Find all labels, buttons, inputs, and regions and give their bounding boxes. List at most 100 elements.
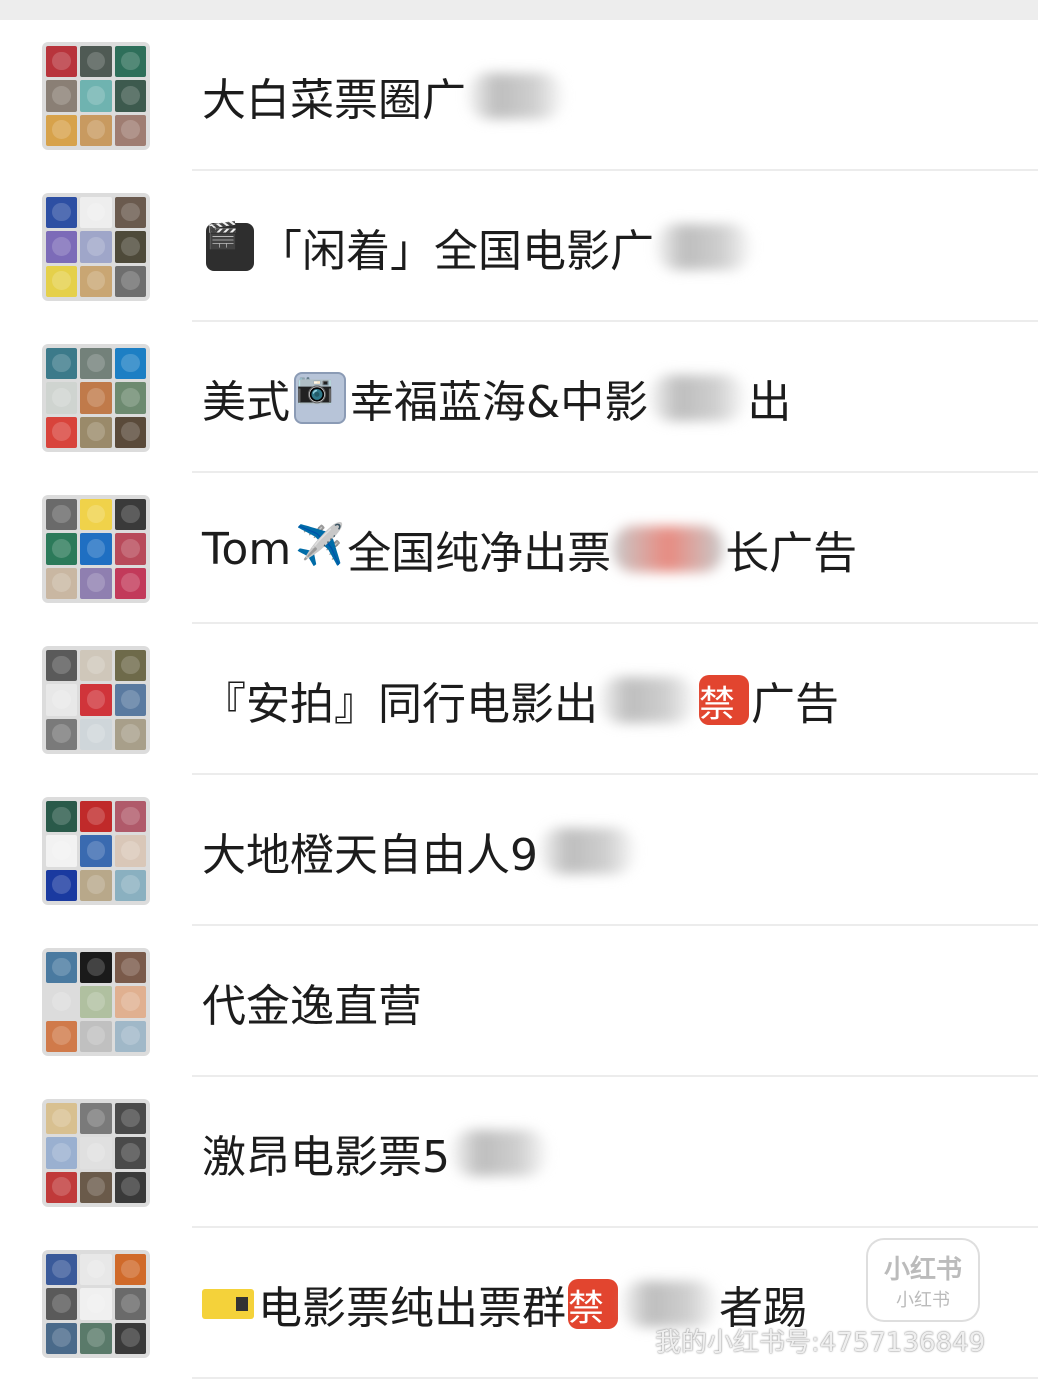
avatar-tile	[46, 1137, 78, 1169]
chat-list-item[interactable]: 美式 📷 幸福蓝海&中影 出	[0, 322, 1038, 473]
chat-name: 美式 📷 幸福蓝海&中影 出	[202, 368, 791, 428]
chat-list-item[interactable]: 激昂电影票5	[0, 1077, 1038, 1228]
avatar-tile	[114, 1137, 146, 1169]
avatar-tile	[114, 718, 146, 750]
avatar-tile	[46, 1254, 78, 1286]
group-avatar	[42, 495, 150, 603]
clapper-icon: 🎬	[206, 223, 254, 271]
avatar-tile	[80, 231, 112, 263]
avatar-tile	[46, 46, 78, 78]
avatar-tile	[80, 986, 112, 1018]
avatar-tile	[46, 1171, 78, 1203]
avatar-tile	[46, 231, 78, 263]
avatar-tile	[80, 1137, 112, 1169]
avatar-tile	[80, 80, 112, 112]
avatar-tile	[114, 265, 146, 297]
chat-name-text: 幸福蓝海&中影	[350, 377, 649, 428]
watermark-text: 我的小红书号:4757136849	[655, 1328, 986, 1358]
chat-name-text: 代金逸直营	[202, 981, 422, 1032]
avatar-tile	[114, 382, 146, 414]
chat-name: 激昂电影票5	[202, 1123, 549, 1183]
redacted-blur	[540, 828, 635, 874]
watermark-logo-main: 小红书	[883, 1254, 962, 1285]
chat-name-text: 全国纯净出票	[347, 528, 612, 579]
group-avatar	[42, 948, 150, 1056]
avatar-tile	[80, 1103, 112, 1135]
avatar-tile	[46, 80, 78, 112]
avatar-tile	[46, 718, 78, 750]
avatar-tile	[114, 567, 146, 599]
avatar-tile	[114, 1322, 146, 1354]
avatar-tile	[114, 801, 146, 833]
chat-list-item[interactable]: 『安拍』同行电影出 禁广告	[0, 624, 1038, 775]
chat-name-text: 大白菜票圈广	[202, 75, 466, 126]
chat-name-text: 「闲着」全国电影广	[258, 226, 654, 277]
avatar-tile	[114, 1254, 146, 1286]
avatar-tile	[80, 684, 112, 716]
avatar-tile	[80, 1254, 112, 1286]
avatar-tile	[46, 416, 78, 448]
avatar-tile	[80, 46, 112, 78]
avatar-tile	[46, 348, 78, 380]
avatar-tile	[114, 1288, 146, 1320]
avatar-tile	[114, 533, 146, 565]
chat-list-item[interactable]: Tom ✈️ 全国纯净出票 长广告	[0, 473, 1038, 624]
avatar-tile	[46, 382, 78, 414]
avatar-tile	[114, 1171, 146, 1203]
redacted-blur	[452, 1130, 547, 1176]
avatar-tile	[46, 869, 78, 901]
group-avatar	[42, 1099, 150, 1207]
chat-name-text: 出	[747, 377, 792, 428]
ticket-icon	[202, 1289, 254, 1319]
avatar-tile	[46, 1322, 78, 1354]
camera-icon: 📷	[294, 372, 346, 424]
avatar-tile	[114, 46, 146, 78]
avatar-tile	[46, 197, 78, 229]
avatar-tile	[80, 1020, 112, 1052]
avatar-tile	[80, 1171, 112, 1203]
avatar-tile	[114, 499, 146, 531]
chat-name-text: 激昂电影票5	[202, 1132, 450, 1183]
avatar-tile	[46, 952, 78, 984]
redacted-blur	[600, 677, 695, 723]
avatar-tile	[80, 801, 112, 833]
avatar-tile	[46, 801, 78, 833]
watermark-logo-sub: 小红书	[896, 1289, 950, 1311]
chat-name: 『安拍』同行电影出 禁广告	[202, 670, 839, 730]
redacted-blur	[650, 375, 746, 421]
chat-name: 大白菜票圈广	[202, 66, 565, 126]
avatar-tile	[80, 835, 112, 867]
avatar-tile	[46, 986, 78, 1018]
avatar-tile	[46, 684, 78, 716]
ban-icon: 禁	[568, 1279, 618, 1329]
group-avatar	[42, 193, 150, 301]
chat-list-item[interactable]: 大地橙天自由人9	[0, 775, 1038, 926]
avatar-tile	[80, 197, 112, 229]
chat-list-item[interactable]: 大白菜票圈广	[0, 20, 1038, 171]
avatar-tile	[80, 952, 112, 984]
avatar-tile	[46, 835, 78, 867]
avatar-tile	[114, 1103, 146, 1135]
avatar-tile	[114, 231, 146, 263]
avatar-tile	[114, 835, 146, 867]
avatar-tile	[114, 952, 146, 984]
redacted-blur	[613, 526, 724, 572]
chat-name: 大地橙天自由人9	[202, 821, 637, 881]
avatar-tile	[80, 567, 112, 599]
avatar-tile	[114, 1020, 146, 1052]
chat-list-item[interactable]: 🎬 「闲着」全国电影广	[0, 171, 1038, 322]
watermark-logo: 小红书 小红书	[866, 1238, 980, 1322]
avatar-tile	[80, 869, 112, 901]
avatar-tile	[80, 499, 112, 531]
top-bar	[0, 0, 1038, 20]
avatar-tile	[46, 1288, 78, 1320]
chat-list: 大白菜票圈广 🎬 「闲着」全国电影广 美式 📷 幸福蓝海&中影 出 Tom ✈️ 全国纯净出票 长广…	[0, 20, 1038, 1379]
avatar-tile	[80, 382, 112, 414]
avatar-tile	[46, 567, 78, 599]
avatar-tile	[80, 650, 112, 682]
avatar-tile	[80, 1322, 112, 1354]
avatar-tile	[114, 650, 146, 682]
chat-list-item[interactable]: 代金逸直营	[0, 926, 1038, 1077]
avatar-tile	[114, 197, 146, 229]
avatar-tile	[80, 114, 112, 146]
